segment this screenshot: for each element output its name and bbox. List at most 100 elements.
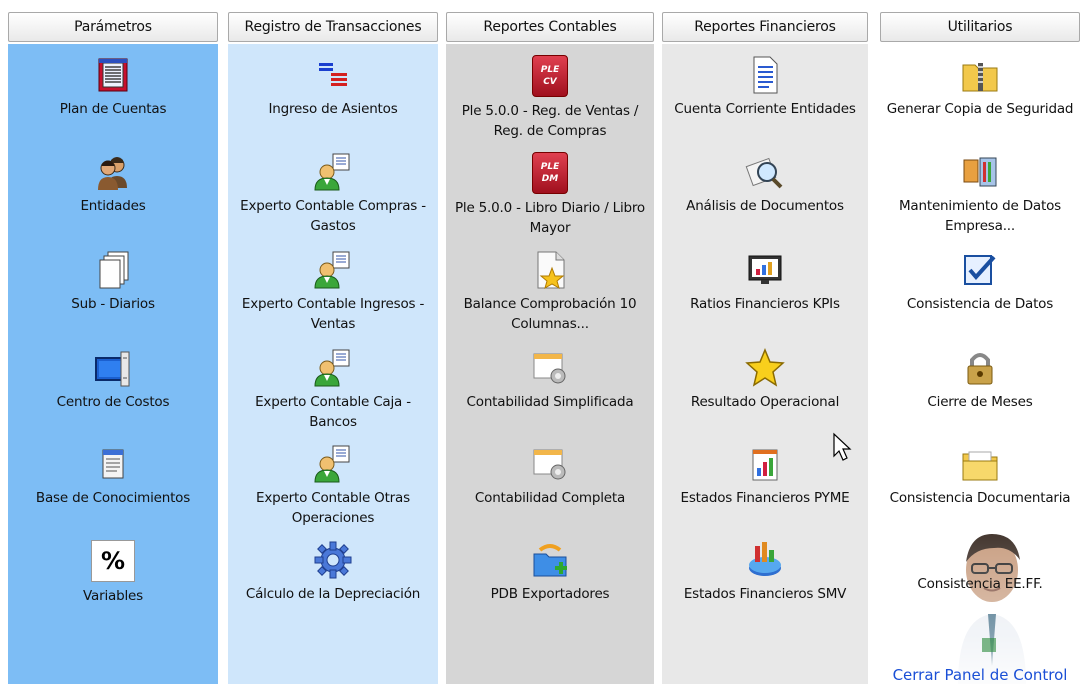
cuenta-corriente-item[interactable]: Cuenta Corriente Entidades — [662, 55, 868, 119]
ple-ventas-compras-item[interactable]: PLE CV Ple 5.0.0 - Reg. de Ventas / Reg.… — [446, 55, 654, 141]
resultado-operacional-item[interactable]: Resultado Operacional — [662, 348, 868, 412]
bar-chart-document-icon — [752, 449, 778, 481]
contabilidad-simplificada-label: Contabilidad Simplificada — [466, 394, 634, 410]
consistencia-datos-item[interactable]: Consistencia de Datos — [880, 250, 1080, 314]
export-folder-icon — [533, 544, 567, 577]
user-document-icon — [314, 349, 350, 387]
sub-diarios-label: Sub - Diarios — [71, 296, 155, 312]
balance-comprobacion-item[interactable]: Balance Comprobación 10 Columnas... — [446, 250, 654, 334]
user-document-icon — [314, 153, 350, 191]
ratios-kpis-item[interactable]: Ratios Financieros KPIs — [662, 250, 868, 314]
gear-icon — [314, 541, 352, 579]
padlock-icon — [967, 353, 993, 385]
entidades-label: Entidades — [80, 198, 146, 214]
ple-cv-icon: PLE CV — [532, 55, 568, 97]
star-icon — [745, 348, 785, 387]
header-reportes-contables[interactable]: Reportes Contables — [446, 12, 654, 42]
window-gear-icon — [533, 353, 566, 384]
analisis-documentos-item[interactable]: Análisis de Documentos — [662, 152, 868, 216]
contabilidad-completa-label: Contabilidad Completa — [474, 490, 626, 506]
ple-diario-mayor-label: Ple 5.0.0 - Libro Diario / Libro Mayor — [454, 200, 645, 236]
people-icon — [98, 157, 127, 190]
percent-glyph: % — [100, 547, 126, 575]
magnifier-icon — [745, 157, 783, 189]
column-parametros: Parámetros Plan de Cuentas Entidades Sub… — [8, 0, 218, 684]
experto-compras-item[interactable]: Experto Contable Compras - Gastos — [228, 152, 438, 236]
document-star-icon — [537, 251, 565, 290]
experto-ingresos-item[interactable]: Experto Contable Ingresos - Ventas — [228, 250, 438, 334]
consistencia-eeff-item[interactable]: Consistencia EE.FF. — [880, 570, 1080, 594]
header-registro[interactable]: Registro de Transacciones — [228, 12, 438, 42]
ple-dm-icon: PLE DM — [532, 152, 568, 194]
contabilidad-completa-item[interactable]: Contabilidad Completa — [446, 444, 654, 508]
contabilidad-simplificada-item[interactable]: Contabilidad Simplificada — [446, 348, 654, 412]
copia-seguridad-label: Generar Copia de Seguridad — [886, 101, 1074, 117]
experto-caja-label: Experto Contable Caja - Bancos — [255, 394, 411, 430]
checkmark-board-icon — [964, 255, 996, 285]
presenter-overlay — [944, 518, 1040, 684]
monitor-icon — [95, 351, 130, 387]
experto-otras-label: Experto Contable Otras Operaciones — [256, 490, 410, 526]
base-de-conocimientos-label: Base de Conocimientos — [35, 490, 191, 506]
calculo-depreciacion-item[interactable]: Cálculo de la Depreciación — [228, 540, 438, 604]
resultado-operacional-label: Resultado Operacional — [690, 394, 840, 410]
ledger-book-icon — [98, 58, 128, 92]
ple-diario-mayor-item[interactable]: PLE DM Ple 5.0.0 - Libro Diario / Libro … — [446, 152, 654, 238]
experto-caja-item[interactable]: Experto Contable Caja - Bancos — [228, 348, 438, 432]
ple-dm-badge-top: PLE — [540, 162, 560, 172]
ple-cv-badge-top: PLE — [540, 65, 560, 75]
experto-compras-label: Experto Contable Compras - Gastos — [240, 198, 426, 234]
balance-comprobacion-label: Balance Comprobación 10 Columnas... — [463, 296, 637, 332]
cierre-meses-label: Cierre de Meses — [927, 394, 1033, 410]
percent-icon: % — [91, 540, 135, 582]
colored-lines-icon — [319, 63, 347, 86]
stacked-pages-icon — [99, 251, 129, 289]
ple-cv-badge-bottom: CV — [543, 77, 557, 87]
cierre-meses-item[interactable]: Cierre de Meses — [880, 348, 1080, 412]
ple-dm-badge-bottom: DM — [541, 174, 559, 184]
calculo-depreciacion-label: Cálculo de la Depreciación — [245, 586, 421, 602]
mantenimiento-datos-item[interactable]: Mantenimiento de Datos Empresa... — [880, 152, 1080, 236]
variables-item[interactable]: % Variables — [8, 540, 218, 606]
chart-monitor-icon — [748, 255, 782, 284]
estados-pyme-label: Estados Financieros PYME — [680, 490, 850, 506]
ple-ventas-compras-label: Ple 5.0.0 - Reg. de Ventas / Reg. de Com… — [461, 103, 639, 139]
user-document-icon — [314, 251, 350, 289]
header-utilitarios[interactable]: Utilitarios — [880, 12, 1080, 42]
cuenta-corriente-label: Cuenta Corriente Entidades — [674, 101, 856, 117]
mouse-cursor-icon — [833, 432, 852, 461]
consistencia-eeff-label: Consistencia EE.FF. — [917, 576, 1043, 592]
mantenimiento-datos-label: Mantenimiento de Datos Empresa... — [898, 198, 1061, 234]
column-reportes-contables: Reportes Contables PLE CV Ple 5.0.0 - Re… — [446, 0, 654, 684]
zip-folder-icon — [962, 63, 998, 92]
estados-smv-item[interactable]: Estados Financieros SMV — [662, 540, 868, 604]
experto-ingresos-label: Experto Contable Ingresos - Ventas — [241, 296, 425, 332]
plan-de-cuentas-item[interactable]: Plan de Cuentas — [8, 55, 218, 119]
estados-smv-label: Estados Financieros SMV — [683, 586, 847, 602]
sub-diarios-item[interactable]: Sub - Diarios — [8, 250, 218, 314]
user-document-icon — [314, 445, 350, 483]
column-reportes-financieros: Reportes Financieros Cuenta Corriente En… — [662, 0, 868, 684]
pdb-exportadores-item[interactable]: PDB Exportadores — [446, 540, 654, 604]
centro-de-costos-item[interactable]: Centro de Costos — [8, 348, 218, 412]
consistencia-documentaria-item[interactable]: Consistencia Documentaria — [880, 444, 1080, 508]
pdb-exportadores-label: PDB Exportadores — [490, 586, 610, 602]
column-registro: Registro de Transacciones Ingreso de Asi… — [228, 0, 438, 684]
cerrar-panel-link[interactable]: Cerrar Panel de Control — [880, 666, 1080, 684]
ratios-kpis-label: Ratios Financieros KPIs — [690, 296, 840, 312]
header-parametros[interactable]: Parámetros — [8, 12, 218, 42]
window-gear-icon — [533, 449, 566, 480]
variables-label: Variables — [83, 588, 143, 604]
document-lines-icon — [753, 56, 778, 94]
analisis-documentos-label: Análisis de Documentos — [686, 198, 844, 214]
base-de-conocimientos-item[interactable]: Base de Conocimientos — [8, 444, 218, 508]
folder-icon — [962, 451, 998, 481]
header-reportes-financieros[interactable]: Reportes Financieros — [662, 12, 868, 42]
copia-seguridad-item[interactable]: Generar Copia de Seguridad — [880, 55, 1080, 119]
pie-chart-icon — [749, 542, 781, 576]
experto-otras-item[interactable]: Experto Contable Otras Operaciones — [228, 444, 438, 528]
ingreso-de-asientos-item[interactable]: Ingreso de Asientos — [228, 55, 438, 119]
entidades-item[interactable]: Entidades — [8, 152, 218, 216]
centro-de-costos-label: Centro de Costos — [56, 394, 170, 410]
tools-icon — [963, 157, 997, 187]
